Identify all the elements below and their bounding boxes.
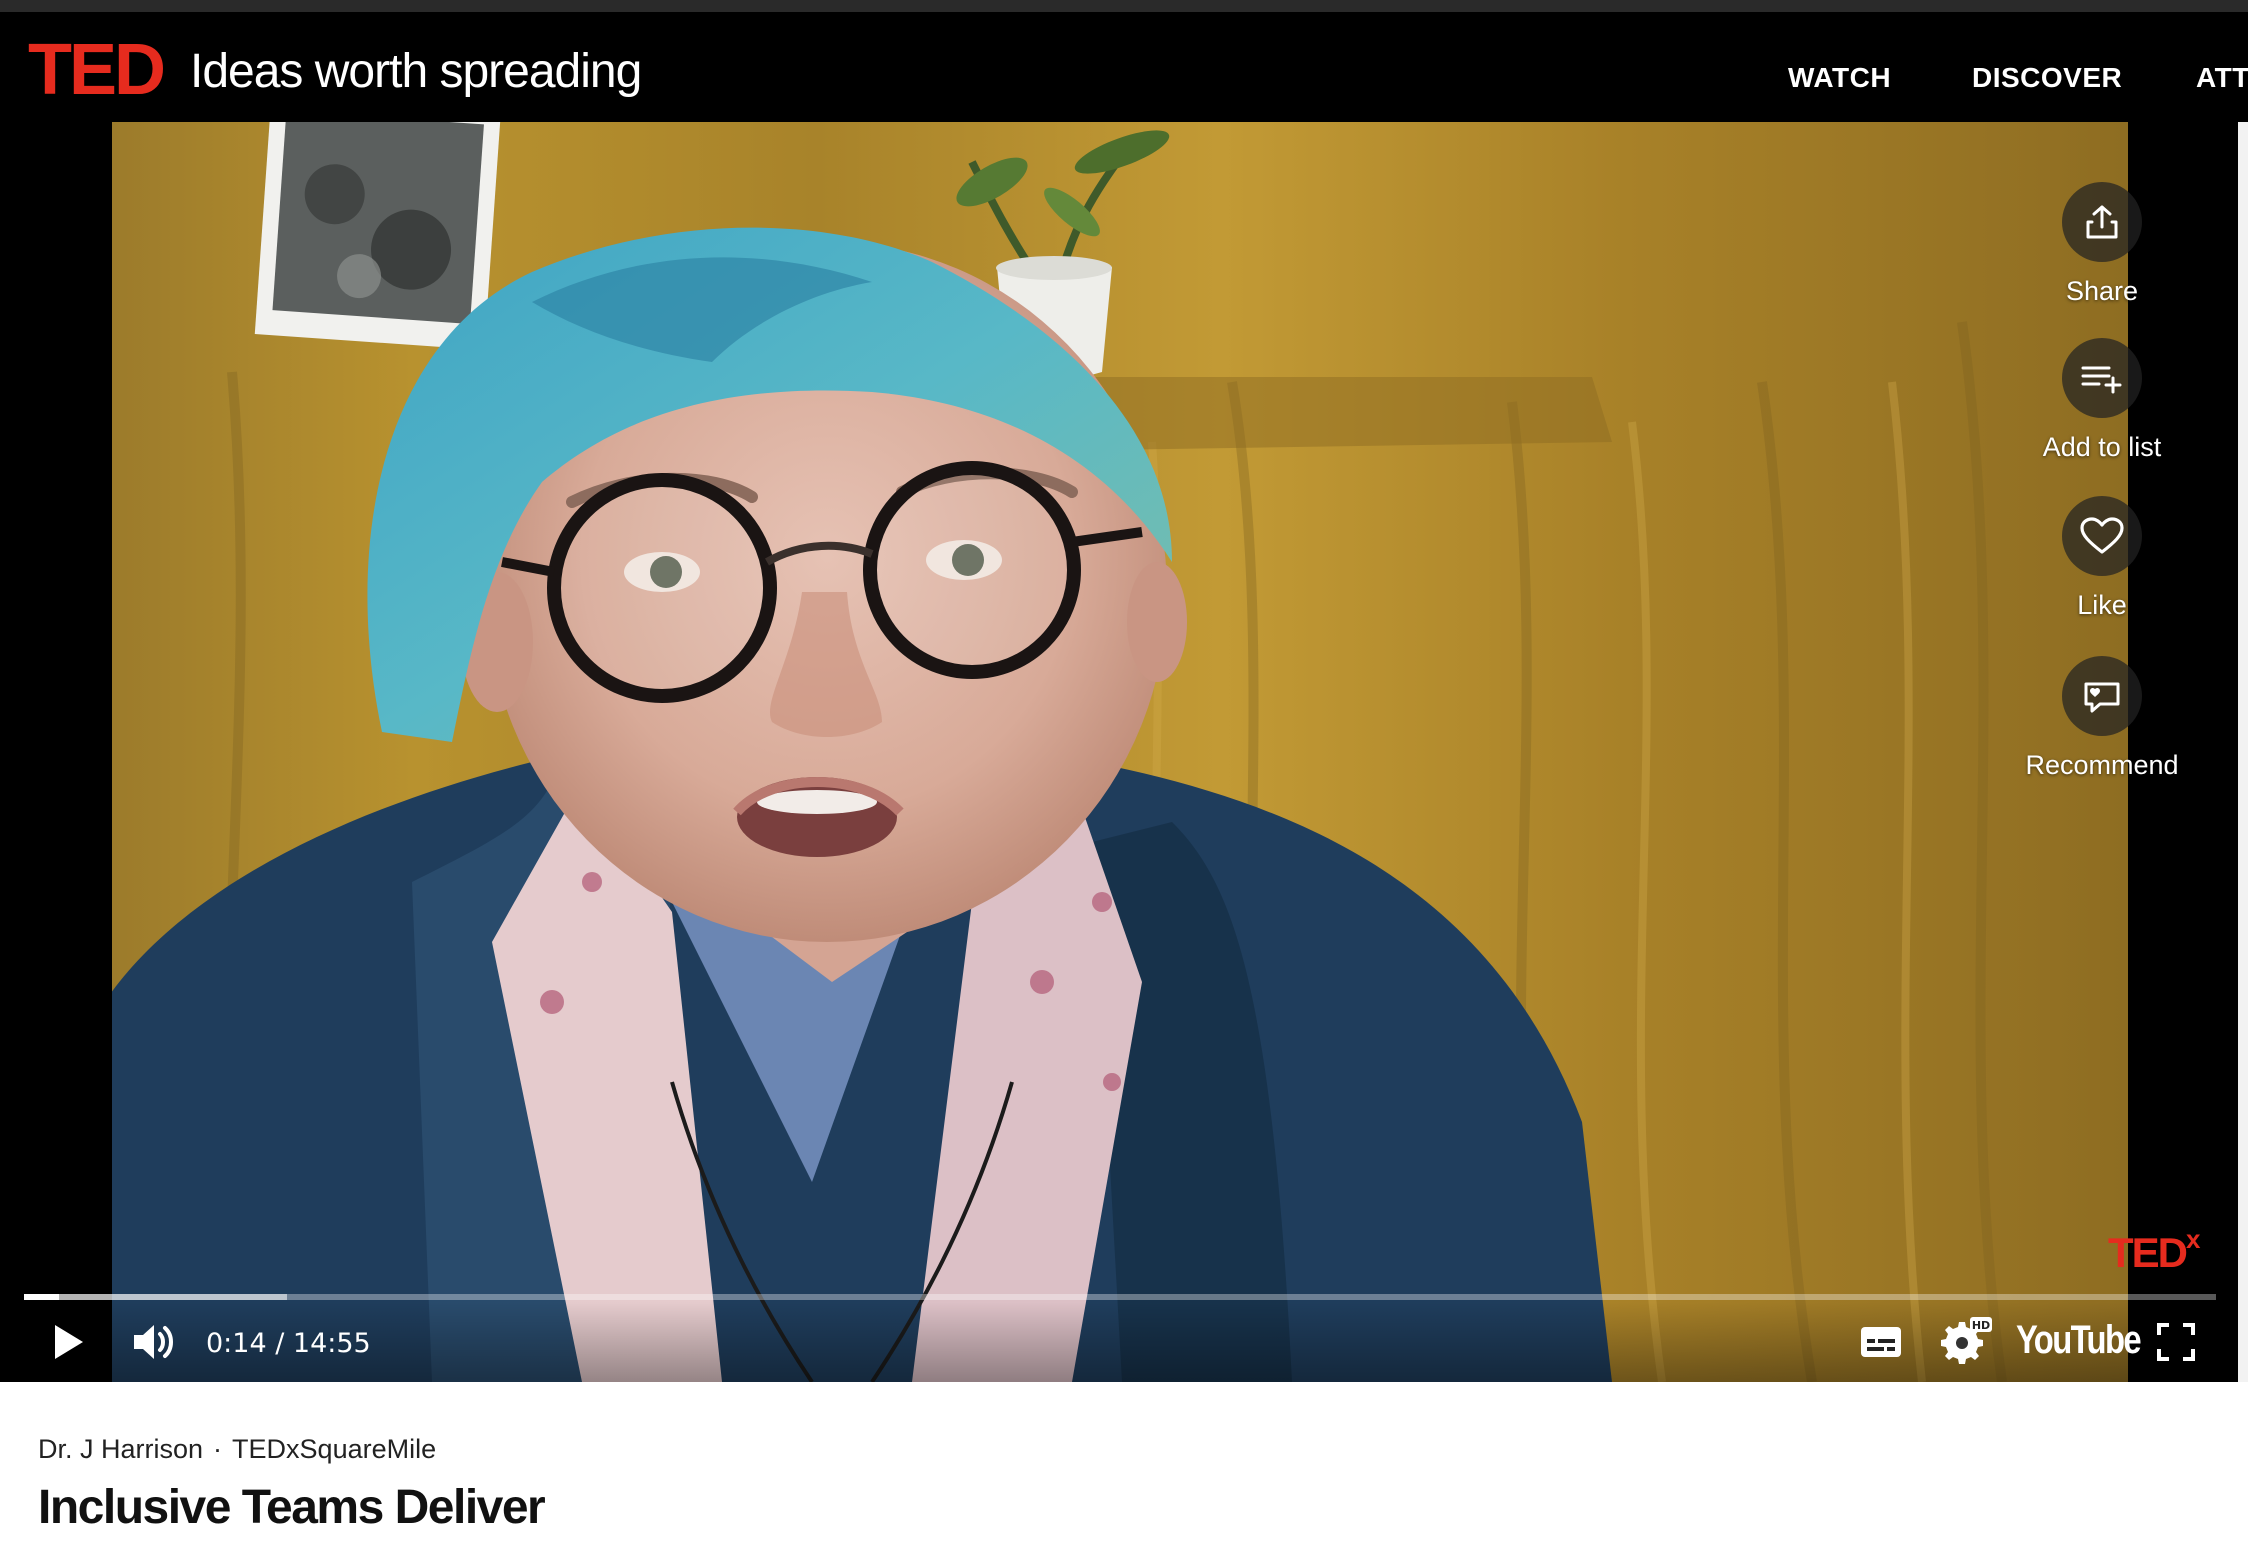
captions-button[interactable]: [1856, 1318, 1906, 1366]
video-player[interactable]: Share Add to list Like Recommend TEDx 0:…: [0, 122, 2238, 1382]
share-label: Share: [2065, 276, 2139, 306]
progress-bar[interactable]: [24, 1294, 2216, 1300]
captions-icon: [1861, 1327, 1901, 1357]
gear-icon: HD: [1941, 1317, 1992, 1364]
recommend-button[interactable]: Recommend: [2025, 656, 2179, 781]
nav-watch[interactable]: WATCH: [1788, 62, 1891, 94]
playlist-add-icon: [2062, 338, 2142, 418]
progress-played: [24, 1294, 60, 1300]
progress-buffered: [24, 1294, 288, 1300]
talk-meta: Dr. J Harrison · TEDxSquareMile: [38, 1434, 436, 1465]
video-frame: [112, 122, 2128, 1382]
add-to-list-label: Add to list: [2042, 432, 2162, 462]
nav-attend[interactable]: ATT: [2196, 62, 2248, 94]
talk-title: Inclusive Teams Deliver: [38, 1481, 546, 1534]
hd-badge: HD: [1972, 1319, 1990, 1332]
ted-logo[interactable]: TED: [28, 34, 166, 106]
tagline: Ideas worth spreading: [190, 45, 642, 98]
browser-top-strip: [0, 0, 2248, 12]
settings-button[interactable]: HD: [1938, 1312, 1996, 1368]
fullscreen-button[interactable]: [2152, 1318, 2200, 1366]
heart-icon: [2062, 496, 2142, 576]
like-label: Like: [2077, 590, 2127, 620]
page-scrollbar[interactable]: [2238, 122, 2248, 1382]
nav-discover[interactable]: DISCOVER: [1972, 62, 2122, 94]
tedx-watermark: TEDx: [2108, 1224, 2201, 1276]
meta-separator: ·: [213, 1434, 223, 1464]
recommend-icon: [2062, 656, 2142, 736]
volume-icon: [134, 1325, 173, 1359]
recommend-label: Recommend: [2025, 750, 2179, 780]
youtube-logo[interactable]: YouTube: [2016, 1318, 2142, 1363]
fullscreen-icon: [2157, 1323, 2195, 1361]
event-name[interactable]: TEDxSquareMile: [232, 1434, 436, 1464]
play-icon: [55, 1325, 83, 1359]
volume-button[interactable]: [126, 1314, 182, 1370]
speaker-video-image: [112, 122, 2128, 1382]
time-display: 0:14 / 14:55: [206, 1328, 371, 1359]
speaker-name[interactable]: Dr. J Harrison: [38, 1434, 203, 1464]
share-button[interactable]: Share: [2040, 182, 2164, 307]
like-button[interactable]: Like: [2040, 496, 2164, 621]
share-icon: [2062, 182, 2142, 262]
site-header: TED Ideas worth spreading WATCH DISCOVER…: [0, 12, 2248, 122]
play-button[interactable]: [44, 1314, 94, 1370]
add-to-list-button[interactable]: Add to list: [2040, 338, 2164, 463]
